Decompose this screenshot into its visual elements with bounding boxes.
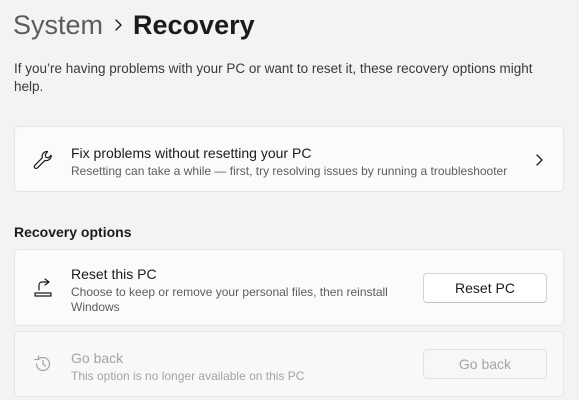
reset-pc-description: Choose to keep or remove your personal f… <box>71 285 388 314</box>
breadcrumb-system-link[interactable]: System <box>13 10 103 41</box>
breadcrumb: System Recovery <box>13 5 255 45</box>
fix-problems-card[interactable]: Fix problems without resetting your PC R… <box>14 126 564 192</box>
fix-problems-description: Resetting can take a while — first, try … <box>71 164 508 178</box>
chevron-right-icon <box>536 154 543 166</box>
page-title: Recovery <box>133 9 255 40</box>
recovery-options-heading: Recovery options <box>14 224 132 240</box>
go-back-button[interactable]: Go back <box>423 349 547 379</box>
intro-text: If you’re having problems with your PC o… <box>14 61 533 94</box>
history-icon <box>31 352 55 376</box>
reset-pc-button[interactable]: Reset PC <box>423 273 547 303</box>
wrench-icon <box>31 148 55 172</box>
reset-pc-icon <box>31 276 55 300</box>
reset-pc-card: Reset this PC Choose to keep or remove y… <box>14 249 564 326</box>
go-back-title: Go back <box>71 350 124 366</box>
reset-pc-title: Reset this PC <box>71 266 157 282</box>
chevron-right-icon <box>103 5 133 45</box>
go-back-card: Go back This option is no longer availab… <box>14 331 564 397</box>
go-back-description: This option is no longer available on th… <box>71 369 305 383</box>
fix-problems-title: Fix problems without resetting your PC <box>71 145 312 161</box>
